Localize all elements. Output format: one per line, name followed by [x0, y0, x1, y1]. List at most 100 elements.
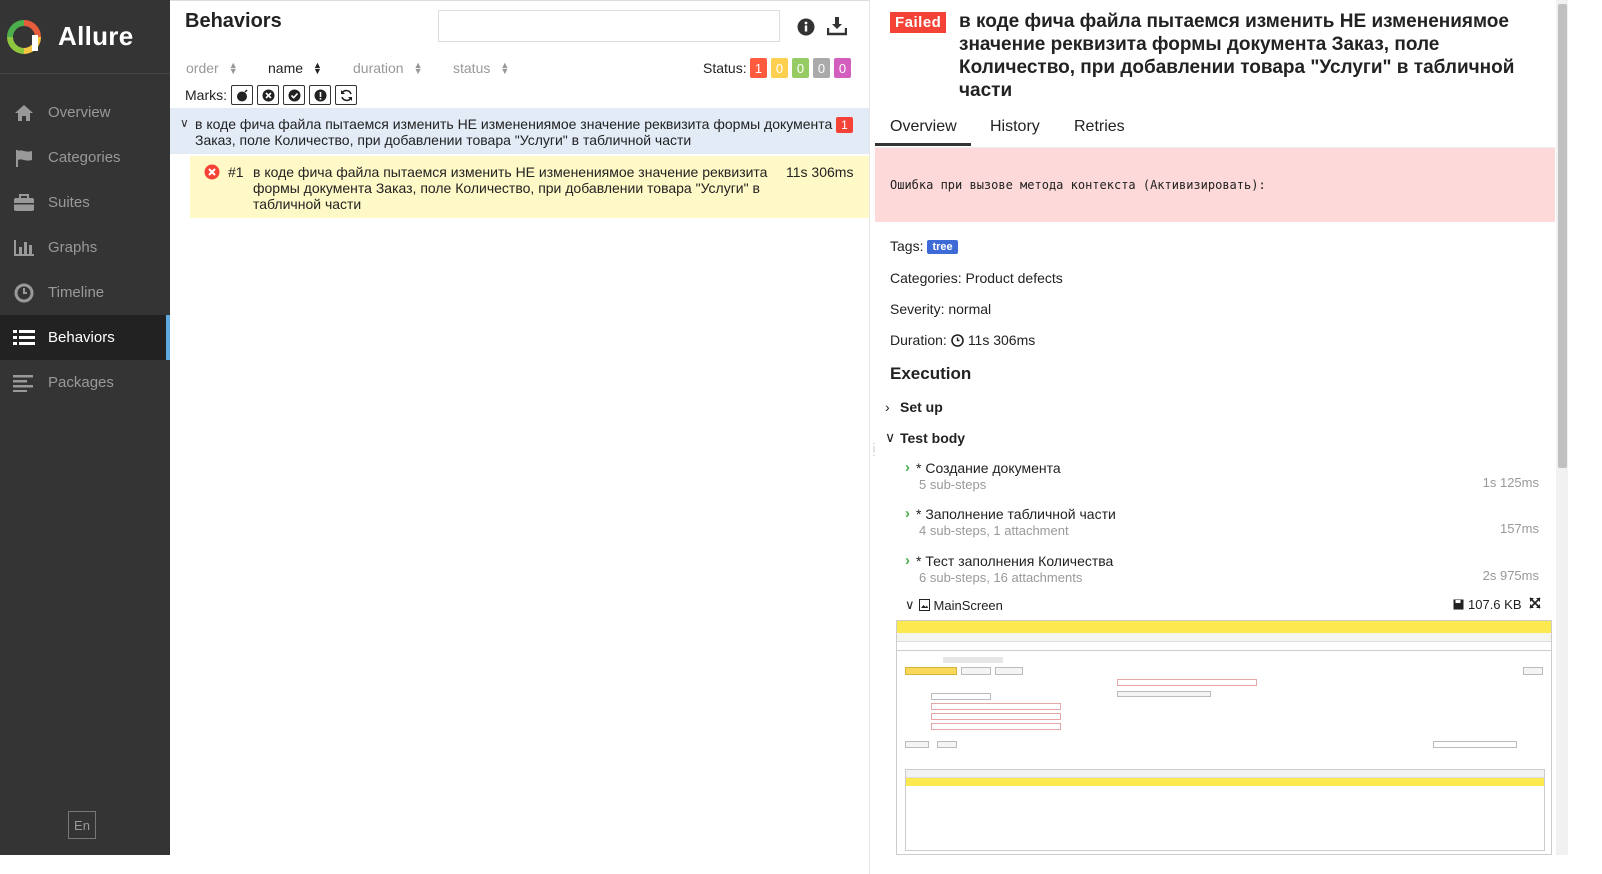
severity-value: normal — [948, 301, 992, 317]
sort-duration[interactable]: duration ▲ ▼ — [353, 60, 423, 76]
chevron-right-icon: › — [905, 552, 910, 569]
sort-arrows-icon: ▲ ▼ — [413, 60, 423, 76]
exclamation-circle-icon — [314, 89, 326, 101]
behavior-group[interactable]: ∨ в коде фича файла пытаемся изменить НЕ… — [170, 108, 869, 154]
severity-label: Severity: — [890, 301, 945, 317]
screenshot-table-header — [906, 770, 1544, 778]
chevron-down-icon: ∨ — [180, 116, 189, 130]
sort-label: status — [453, 60, 491, 76]
step-duration: 157ms — [1499, 521, 1539, 536]
home-icon — [12, 103, 36, 123]
sidebar: Allure Overview Categories Suites Graphs… — [0, 0, 170, 855]
chevron-right-icon: › — [905, 505, 910, 522]
severity-row: Severity: normal — [890, 301, 991, 317]
step-item[interactable]: › * Создание документа 5 sub-steps 1s 125… — [905, 459, 1545, 492]
setup-section[interactable]: › Set up — [885, 399, 943, 415]
tags-label: Tags: — [890, 238, 924, 254]
status-count-passed[interactable]: 0 — [792, 58, 809, 78]
info-icon[interactable] — [797, 18, 815, 36]
save-icon[interactable] — [1453, 599, 1464, 610]
duration-value: 11s 306ms — [967, 332, 1036, 348]
step-item[interactable]: › * Тест заполнения Количества 6 sub-step… — [905, 552, 1545, 585]
sort-label: name — [268, 60, 304, 76]
scrollbar-thumb[interactable] — [1558, 4, 1567, 468]
brand[interactable]: Allure — [0, 0, 170, 74]
screenshot-button — [905, 667, 957, 675]
expand-icon[interactable] — [1529, 597, 1541, 609]
sidebar-item-label: Timeline — [48, 284, 105, 301]
status-count-broken[interactable]: 0 — [771, 58, 788, 78]
sidebar-item-suites[interactable]: Suites — [0, 180, 170, 225]
image-file-icon — [918, 599, 930, 611]
attachment-screenshot-image — [896, 620, 1552, 855]
sort-name[interactable]: name ▲ ▼ — [268, 60, 322, 76]
clock-icon — [951, 333, 964, 347]
app-title: Allure — [58, 21, 134, 51]
tags-row: Tags: tree — [890, 238, 958, 254]
mark-retries-button[interactable] — [335, 85, 357, 105]
pane-top-border — [170, 0, 870, 4]
screenshot-field — [931, 723, 1061, 730]
attachment-row[interactable]: ∨ MainScreen 107.6 KB — [905, 596, 1545, 614]
mark-new-passed-button[interactable] — [283, 85, 305, 105]
sidebar-item-label: Packages — [48, 374, 114, 391]
screenshot-table-row — [906, 778, 1544, 786]
step-item[interactable]: › * Заполнение табличной части 4 sub-step… — [905, 505, 1545, 538]
search-input[interactable] — [438, 10, 780, 42]
tab-overview[interactable]: Overview — [890, 118, 957, 136]
sidebar-item-behaviors[interactable]: Behaviors — [0, 315, 170, 360]
sidebar-item-graphs[interactable]: Graphs — [0, 225, 170, 270]
screenshot-form — [897, 651, 1551, 851]
status-count-skipped[interactable]: 0 — [813, 58, 830, 78]
sidebar-item-packages[interactable]: Packages — [0, 360, 170, 405]
mark-flaky-button[interactable] — [231, 85, 253, 105]
briefcase-icon — [12, 193, 36, 213]
sidebar-item-timeline[interactable]: Timeline — [0, 270, 170, 315]
step-name: * Заполнение табличной части — [916, 505, 1116, 522]
screenshot-field — [931, 693, 991, 700]
sidebar-item-label: Behaviors — [48, 329, 115, 346]
behaviors-pane: Behaviors order ▲ ▼ name ▲ ▼ duration ▲ ▼ stat… — [170, 0, 870, 874]
marks-label: Marks: — [185, 87, 227, 103]
sidebar-item-label: Suites — [48, 194, 90, 211]
screenshot-button — [937, 741, 957, 748]
chevron-down-icon: ∨ — [885, 429, 896, 445]
sort-arrows-icon: ▲ ▼ — [313, 60, 322, 76]
screenshot-segment — [1117, 691, 1211, 697]
status-count-failed[interactable]: 1 — [750, 58, 767, 78]
sidebar-item-label: Graphs — [48, 239, 98, 256]
mark-new-broken-button[interactable] — [309, 85, 331, 105]
test-result-row[interactable]: #1 в коде фича файла пытаемся изменить Н… — [190, 156, 869, 218]
tab-retries[interactable]: Retries — [1074, 118, 1125, 136]
sidebar-nav: Overview Categories Suites Graphs Timeli… — [0, 90, 170, 405]
screenshot-field — [931, 703, 1061, 710]
test-duration: 11s 306ms — [786, 164, 854, 180]
sidebar-item-categories[interactable]: Categories — [0, 135, 170, 180]
step-name: * Создание документа — [916, 459, 1061, 476]
testbody-section[interactable]: ∨ Test body — [885, 429, 965, 446]
sort-arrows-icon: ▲ ▼ — [500, 60, 510, 76]
screenshot-field — [1433, 741, 1517, 748]
step-duration: 1s 125ms — [1482, 475, 1539, 490]
mark-new-failed-button[interactable] — [257, 85, 279, 105]
chevron-right-icon: › — [885, 399, 890, 415]
execution-heading: Execution — [890, 364, 972, 383]
tab-history[interactable]: History — [990, 118, 1040, 136]
page-title: Behaviors — [185, 10, 282, 32]
step-name: * Тест заполнения Количества — [916, 552, 1114, 569]
test-title: в коде фича файла пытаемся изменить НЕ и… — [959, 11, 1515, 101]
sidebar-item-label: Overview — [48, 104, 111, 121]
sort-status[interactable]: status ▲ ▼ — [453, 60, 509, 76]
screenshot-table — [905, 769, 1545, 851]
step-duration: 2s 975ms — [1482, 568, 1539, 583]
chevron-right-icon: › — [905, 459, 910, 476]
tag-badge[interactable]: tree — [927, 240, 958, 254]
sidebar-item-overview[interactable]: Overview — [0, 90, 170, 135]
sort-order[interactable]: order ▲ ▼ — [186, 60, 238, 76]
group-title: в коде фича файла пытаемся изменить НЕ и… — [195, 116, 833, 148]
screenshot-field — [931, 713, 1061, 720]
language-switcher[interactable]: En — [68, 811, 96, 839]
download-icon[interactable] — [827, 16, 847, 36]
step-substeps: 6 sub-steps, 16 attachments — [919, 570, 1083, 585]
status-count-unknown[interactable]: 0 — [834, 58, 851, 78]
